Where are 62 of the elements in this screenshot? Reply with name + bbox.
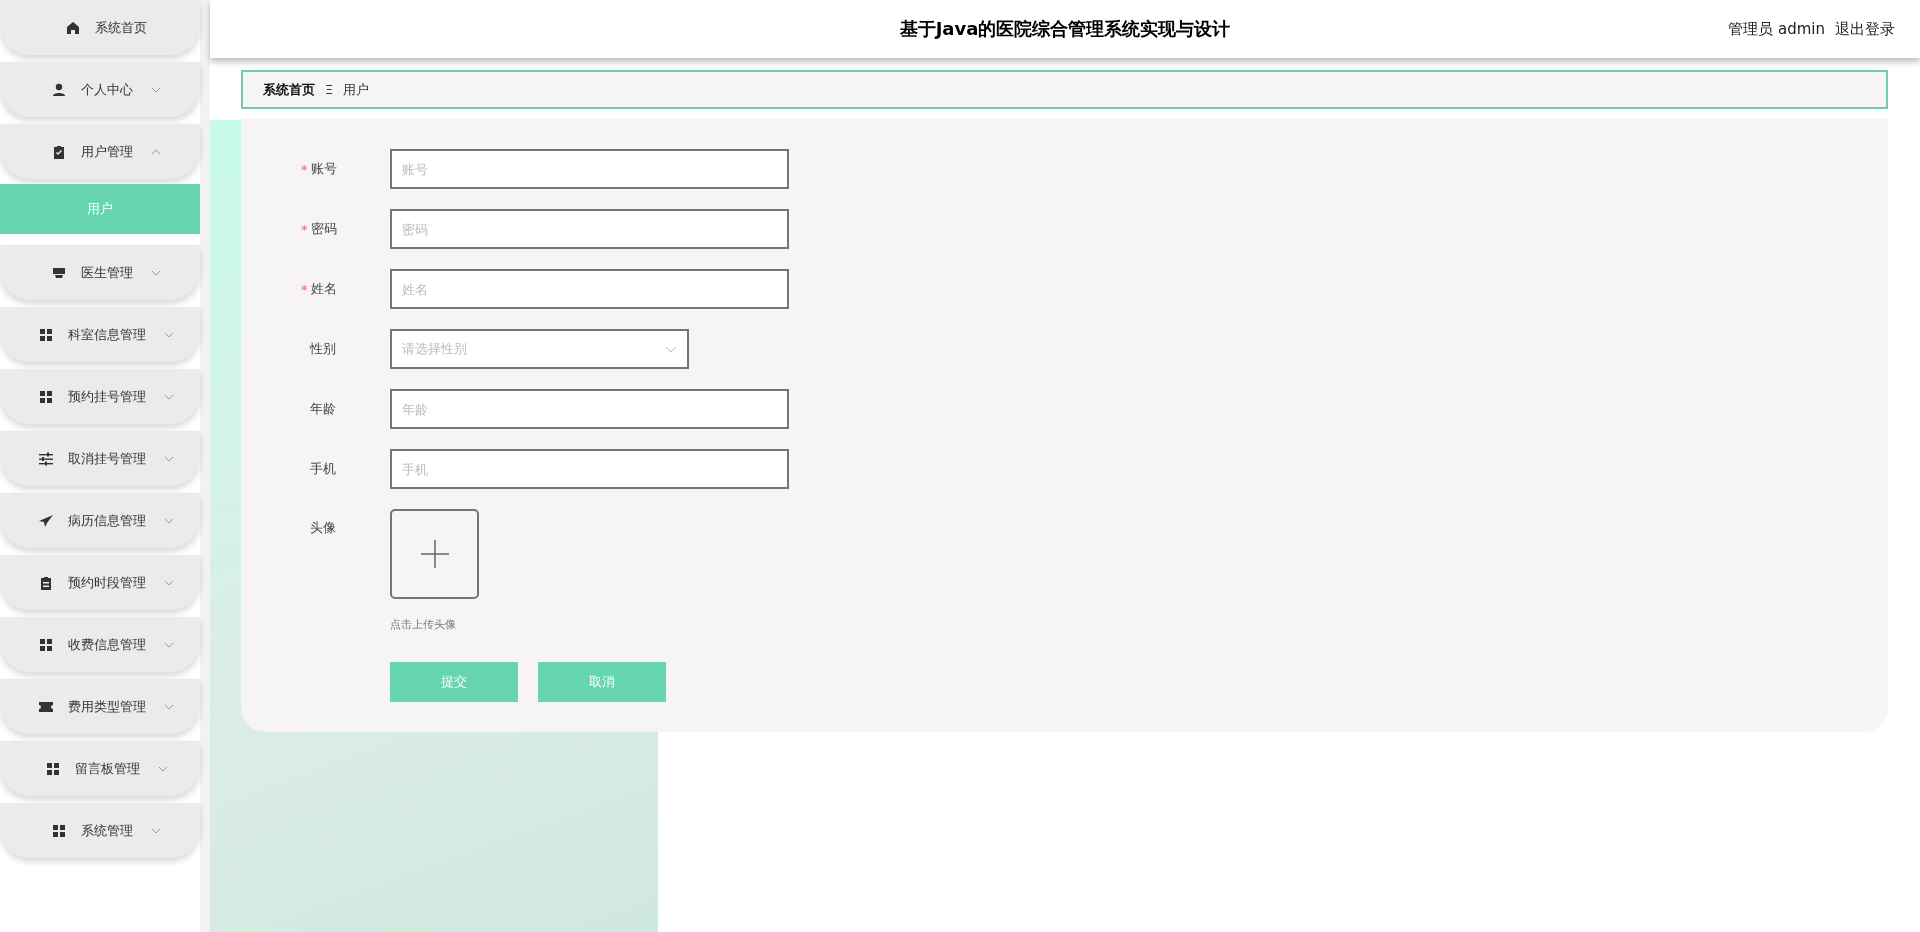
app-title: 基于Java的医院综合管理系统实现与设计 [899, 17, 1231, 41]
text-input[interactable]: 账号 [390, 149, 789, 189]
plane-icon [38, 512, 54, 529]
menu-label: 费用类型管理 [68, 697, 146, 716]
text-input[interactable]: 手机 [390, 449, 789, 489]
user-name: 管理员 admin [1728, 19, 1825, 39]
grid-icon [44, 760, 61, 777]
upload-button[interactable] [390, 509, 479, 599]
breadcrumb-link[interactable]: 用户 [343, 80, 370, 99]
sidebar-menu-item[interactable]: 取消挂号管理 [0, 431, 200, 486]
breadcrumb-separator: Ξ [325, 82, 334, 97]
text-input[interactable]: 姓名 [390, 269, 789, 309]
sidebar-menu-item[interactable]: 科室信息管理 [0, 307, 200, 362]
sidebar-menu-item[interactable]: 预约时段管理 [0, 555, 200, 610]
text-input[interactable]: 年龄 [390, 389, 789, 429]
menu-label: 收费信息管理 [68, 635, 146, 654]
sidebar-menu-item[interactable]: 费用类型管理 [0, 679, 200, 734]
sliders-icon [38, 450, 54, 467]
sidebar-menu-item[interactable]: 病历信息管理 [0, 493, 200, 548]
home-icon [65, 19, 81, 36]
grid-icon [51, 822, 67, 839]
upload-hint: 点击上传头像 [390, 617, 457, 632]
required-asterisk: * [301, 161, 308, 177]
menu-label: 系统首页 [95, 18, 147, 37]
grid-icon [38, 636, 54, 653]
user-icon [51, 81, 67, 98]
menu-label: 科室信息管理 [68, 325, 146, 344]
required-asterisk: * [301, 221, 308, 237]
field-label: 姓名 [310, 280, 337, 298]
field-label: 手机 [310, 460, 336, 478]
required-asterisk: * [301, 281, 308, 297]
field-label: 密码 [310, 220, 337, 238]
breadcrumb-link[interactable]: 系统首页 [263, 80, 315, 99]
menu-label: 系统管理 [81, 821, 133, 840]
field-label: 年龄 [310, 400, 336, 418]
sidebar-menu-item[interactable]: 用户管理 [0, 124, 200, 179]
field-label: 性别 [310, 340, 336, 358]
menu-label: 取消挂号管理 [68, 449, 146, 468]
sidebar-menu-item[interactable]: 个人中心 [0, 62, 200, 117]
clipboard-check-icon [51, 143, 67, 160]
sidebar-menu-item[interactable]: 医生管理 [0, 245, 200, 300]
field-label: 账号 [310, 160, 337, 178]
sidebar-menu-item[interactable]: 系统管理 [0, 803, 200, 858]
clipboard-icon [38, 574, 54, 591]
chevron-down-icon [665, 345, 677, 353]
text-input[interactable]: 密码 [390, 209, 789, 249]
logout-link[interactable]: 退出登录 [1835, 19, 1895, 39]
menu-label: 病历信息管理 [68, 511, 146, 530]
grid-icon [38, 388, 54, 405]
sidebar-menu-item[interactable]: 留言板管理 [0, 741, 200, 796]
field-label: 头像 [310, 519, 336, 537]
menu-label: 个人中心 [81, 80, 133, 99]
menu-label: 用户管理 [81, 142, 133, 161]
menu-label: 留言板管理 [74, 759, 140, 778]
grid-icon [38, 326, 54, 343]
sidebar-menu-item[interactable]: 收费信息管理 [0, 617, 200, 672]
sidebar-menu-item[interactable]: 系统首页 [0, 0, 200, 55]
plus-icon [420, 540, 449, 568]
sidebar-menu-item[interactable]: 预约挂号管理 [0, 369, 200, 424]
menu-label: 预约挂号管理 [68, 387, 146, 406]
menu-label: 医生管理 [81, 263, 133, 282]
menu-label: 预约时段管理 [68, 573, 146, 592]
